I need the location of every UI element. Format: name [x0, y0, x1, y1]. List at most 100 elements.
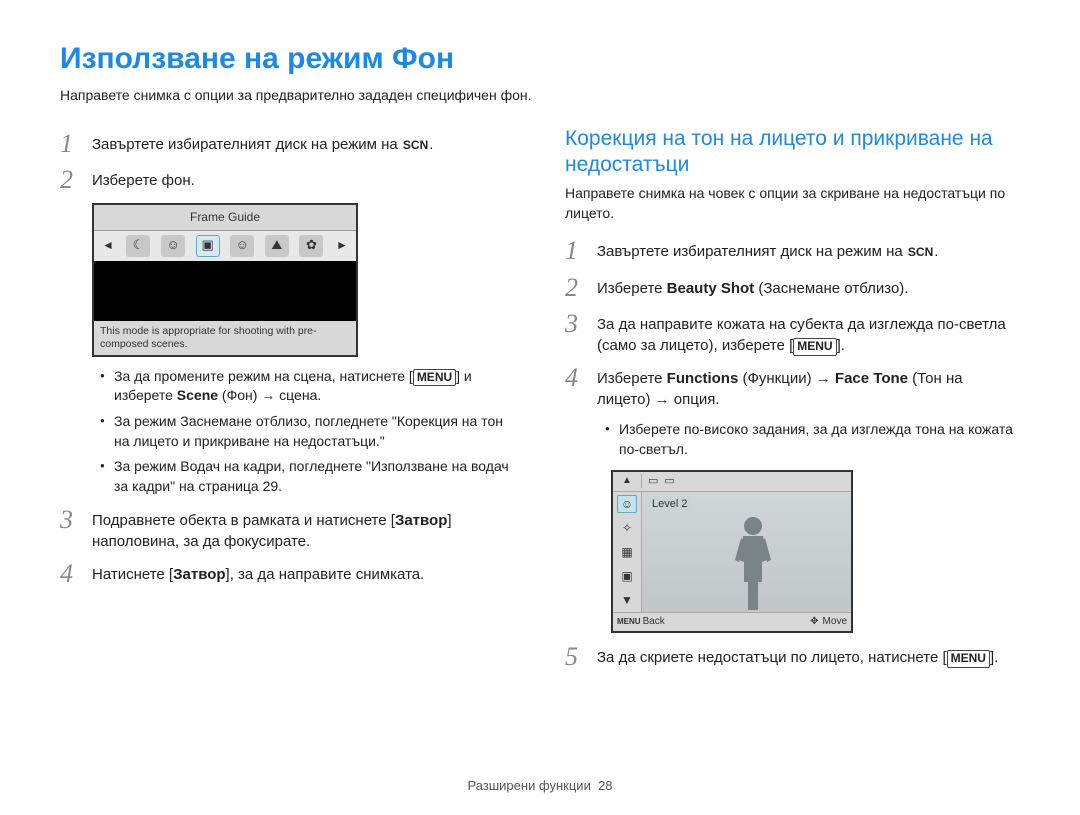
step-4-left: 4 Натиснете [Затвор], за да направите сн…: [60, 560, 515, 589]
step-number: 1: [60, 130, 92, 159]
text-bold: Face Tone: [835, 370, 908, 387]
screen-title: Frame Guide: [94, 205, 356, 231]
step-3-left: 3 Подравнете обекта в рамката и натиснет…: [60, 506, 515, 552]
section-heading: Корекция на тон на лицето и прикриване н…: [565, 126, 1020, 179]
chevron-right-icon[interactable]: ►: [334, 237, 350, 254]
up-arrow-icon[interactable]: ▲: [613, 474, 642, 488]
page-intro: Направете снимка с опции за предварителн…: [60, 86, 1020, 106]
face-tone-icon[interactable]: ☺: [617, 495, 637, 513]
text: ].: [990, 649, 998, 666]
text: За да промените режим на сцена, натиснет…: [114, 368, 413, 384]
step-number: 1: [565, 237, 597, 266]
text: ], за да направите снимката.: [226, 566, 425, 583]
down-arrow-icon[interactable]: ▼: [617, 591, 637, 609]
footer-section: Разширени функции: [467, 778, 590, 793]
menu-icon: MENU: [617, 616, 641, 627]
text: За да скриете недостатъци по лицето, нат…: [597, 649, 947, 666]
text: ].: [837, 337, 845, 354]
text: Завъртете избирателният диск на режим на: [597, 243, 907, 260]
list-item: За да промените режим на сцена, натиснет…: [100, 367, 515, 406]
step-text: Завъртете избирателният диск на режим на…: [92, 130, 515, 155]
mode-portrait-icon[interactable]: ☺: [161, 235, 185, 257]
left-column: 1 Завъртете избирателният диск на режим …: [60, 126, 515, 680]
back-label[interactable]: Back: [643, 615, 665, 629]
step-number: 4: [565, 364, 597, 393]
list-item: За режим Водач на кадри, погледнете "Изп…: [100, 457, 515, 496]
text: Изберете: [597, 280, 667, 297]
columns: 1 Завъртете избирателният диск на режим …: [60, 126, 1020, 680]
step-number: 2: [565, 274, 597, 303]
list-item: За режим Заснемане отблизо, погледнете "…: [100, 412, 515, 451]
step-text: Подравнете обекта в рамката и натиснете …: [92, 506, 515, 552]
menu-label: MENU: [947, 650, 990, 668]
screen-preview: [94, 261, 356, 321]
step-1-left: 1 Завъртете избирателният диск на режим …: [60, 130, 515, 159]
page-title: Използване на режим Фон: [60, 38, 1020, 80]
footer-page: 28: [598, 778, 612, 793]
move-label[interactable]: Move: [823, 615, 847, 629]
mode-night-icon[interactable]: ☾: [126, 235, 150, 257]
mode-macro-icon[interactable]: ✿: [299, 235, 323, 257]
text: (Фон) → сцена.: [218, 387, 321, 403]
step-number: 4: [60, 560, 92, 589]
text: Завъртете избирателният диск на режим на: [92, 136, 402, 153]
step-number: 3: [565, 310, 597, 339]
move-icon: ✥: [810, 615, 818, 629]
step-4-right: 4 Изберете Functions (Функции) → Face To…: [565, 364, 1020, 410]
text-bold: Beauty Shot: [667, 280, 755, 297]
top-tabs: ▲ ▭ ▭: [613, 472, 851, 492]
step-text: Натиснете [Затвор], за да направите сним…: [92, 560, 515, 585]
step-text: Изберете фон.: [92, 166, 515, 191]
mode-landscape-icon[interactable]: ☺: [230, 235, 254, 257]
frame-guide-screen: Frame Guide ◄ ☾ ☺ ▣ ☺ ⛰ ✿ ► This mode is…: [92, 203, 358, 357]
scn-label: SCN: [907, 245, 934, 259]
chevron-left-icon[interactable]: ◄: [100, 237, 116, 254]
list-item: Изберете по-високо задания, за да изглеж…: [605, 420, 1020, 459]
text: .: [934, 243, 938, 260]
step-text: За да скриете недостатъци по лицето, нат…: [597, 643, 1020, 668]
grid-icon[interactable]: ▦: [617, 543, 637, 561]
text-bold: Затвор: [173, 566, 225, 583]
side-icons: ☺ ✧ ▦ ▣ ▼: [613, 492, 642, 612]
step-number: 5: [565, 643, 597, 672]
step-text: За да направите кожата на субекта да изг…: [597, 310, 1020, 356]
text: (Заснемане отблизо).: [754, 280, 908, 297]
step-number: 2: [60, 166, 92, 195]
scn-label: SCN: [402, 138, 429, 152]
icon-row: ◄ ☾ ☺ ▣ ☺ ⛰ ✿ ►: [94, 231, 356, 261]
section-intro: Направете снимка на човек с опции за скр…: [565, 184, 1020, 223]
step-text: Изберете Functions (Функции) → Face Tone…: [597, 364, 1020, 410]
step-3-right: 3 За да направите кожата на субекта да и…: [565, 310, 1020, 356]
level-label: Level 2: [648, 496, 691, 513]
step-2-right: 2 Изберете Beauty Shot (Заснемане отблиз…: [565, 274, 1020, 303]
step-text: Завъртете избирателният диск на режим на…: [597, 237, 1020, 262]
menu-label: MENU: [413, 369, 456, 387]
text-bold: Scene: [177, 387, 218, 403]
text: Подравнете обекта в рамката и натиснете …: [92, 512, 395, 529]
text: .: [429, 136, 433, 153]
step-1-right: 1 Завъртете избирателният диск на режим …: [565, 237, 1020, 266]
frame-icon[interactable]: ▣: [617, 567, 637, 585]
mode-tripod-icon[interactable]: ⛰: [265, 235, 289, 257]
step-5-right: 5 За да скриете недостатъци по лицето, н…: [565, 643, 1020, 672]
step-text: Изберете Beauty Shot (Заснемане отблизо)…: [597, 274, 1020, 299]
right-column: Корекция на тон на лицето и прикриване н…: [565, 126, 1020, 680]
sub-bullets: Изберете по-високо задания, за да изглеж…: [605, 420, 1020, 459]
step-2-left: 2 Изберете фон.: [60, 166, 515, 195]
screen-description: This mode is appropriate for shooting wi…: [94, 321, 356, 355]
text-bold: Затвор: [395, 512, 447, 529]
face-retouch-icon[interactable]: ✧: [617, 519, 637, 537]
tab-icon[interactable]: ▭: [648, 474, 658, 489]
page-footer: Разширени функции 28: [0, 777, 1080, 795]
sub-bullets: За да промените режим на сцена, натиснет…: [100, 367, 515, 497]
text: (Функции) →: [738, 370, 835, 387]
tab-icon[interactable]: ▭: [664, 474, 674, 489]
text: Натиснете [: [92, 566, 173, 583]
text-bold: Functions: [667, 370, 739, 387]
preview-area: Level 2: [642, 492, 851, 612]
step-number: 3: [60, 506, 92, 535]
text: Изберете: [597, 370, 667, 387]
person-silhouette-icon: [723, 512, 783, 612]
face-tone-screen: ▲ ▭ ▭ ☺ ✧ ▦ ▣ ▼ Level 2: [611, 470, 853, 633]
mode-frame-icon[interactable]: ▣: [196, 235, 220, 257]
